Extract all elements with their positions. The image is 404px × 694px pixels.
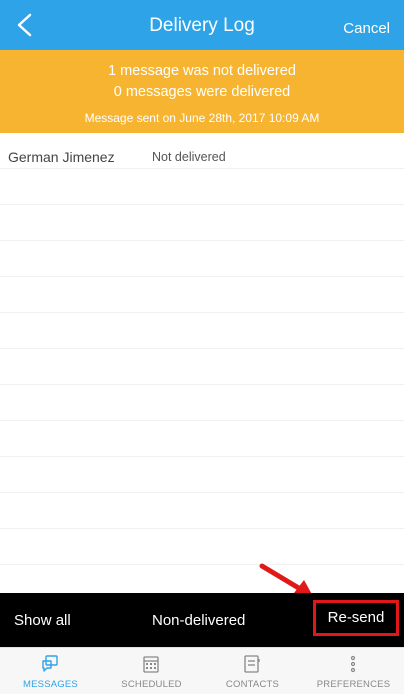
delivery-summary-banner: 1 message was not delivered 0 messages w…	[0, 50, 404, 133]
calendar-icon	[143, 656, 159, 673]
contacts-icon	[244, 655, 260, 673]
tab-label: PREFERENCES	[316, 679, 391, 690]
list-divider	[0, 313, 404, 349]
list-divider	[0, 205, 404, 241]
bottom-tab-bar: MESSAGES SCHEDULED CONTACTS PREFERENCES	[0, 647, 404, 694]
tab-scheduled[interactable]: SCHEDULED	[101, 648, 202, 694]
tab-label: SCHEDULED	[121, 679, 182, 690]
show-all-button[interactable]: Show all	[14, 612, 71, 629]
tab-preferences[interactable]: PREFERENCES	[303, 648, 404, 694]
list-divider	[0, 457, 404, 493]
header: Delivery Log Cancel	[0, 0, 404, 50]
list-divider	[0, 493, 404, 529]
resend-button[interactable]: Re-send	[313, 600, 399, 636]
filter-bar: Show all Non-delivered Re-send	[0, 593, 404, 647]
list-divider	[0, 529, 404, 565]
tab-label: CONTACTS	[225, 679, 280, 690]
tab-contacts[interactable]: CONTACTS	[202, 648, 303, 694]
list-divider	[0, 421, 404, 457]
delivered-count: 0 messages were delivered	[113, 84, 291, 100]
list-item[interactable]: German Jimenez Not delivered	[0, 133, 404, 169]
list-divider	[0, 385, 404, 421]
delivery-status: Not delivered	[152, 150, 226, 164]
cancel-button[interactable]: Cancel	[343, 20, 390, 37]
non-delivered-button[interactable]: Non-delivered	[152, 612, 245, 629]
list-divider	[0, 277, 404, 313]
preferences-icon	[350, 655, 356, 673]
tab-label: MESSAGES	[23, 679, 78, 690]
sent-timestamp: Message sent on June 28th, 2017 10:09 AM	[84, 111, 320, 125]
list-divider	[0, 349, 404, 385]
list-divider	[0, 241, 404, 277]
messages-icon	[42, 655, 58, 672]
not-delivered-count: 1 message was not delivered	[108, 63, 296, 79]
delivery-list: German Jimenez Not delivered	[0, 133, 404, 593]
tab-messages[interactable]: MESSAGES	[0, 648, 101, 694]
list-divider	[0, 169, 404, 205]
recipient-name: German Jimenez	[8, 149, 115, 165]
